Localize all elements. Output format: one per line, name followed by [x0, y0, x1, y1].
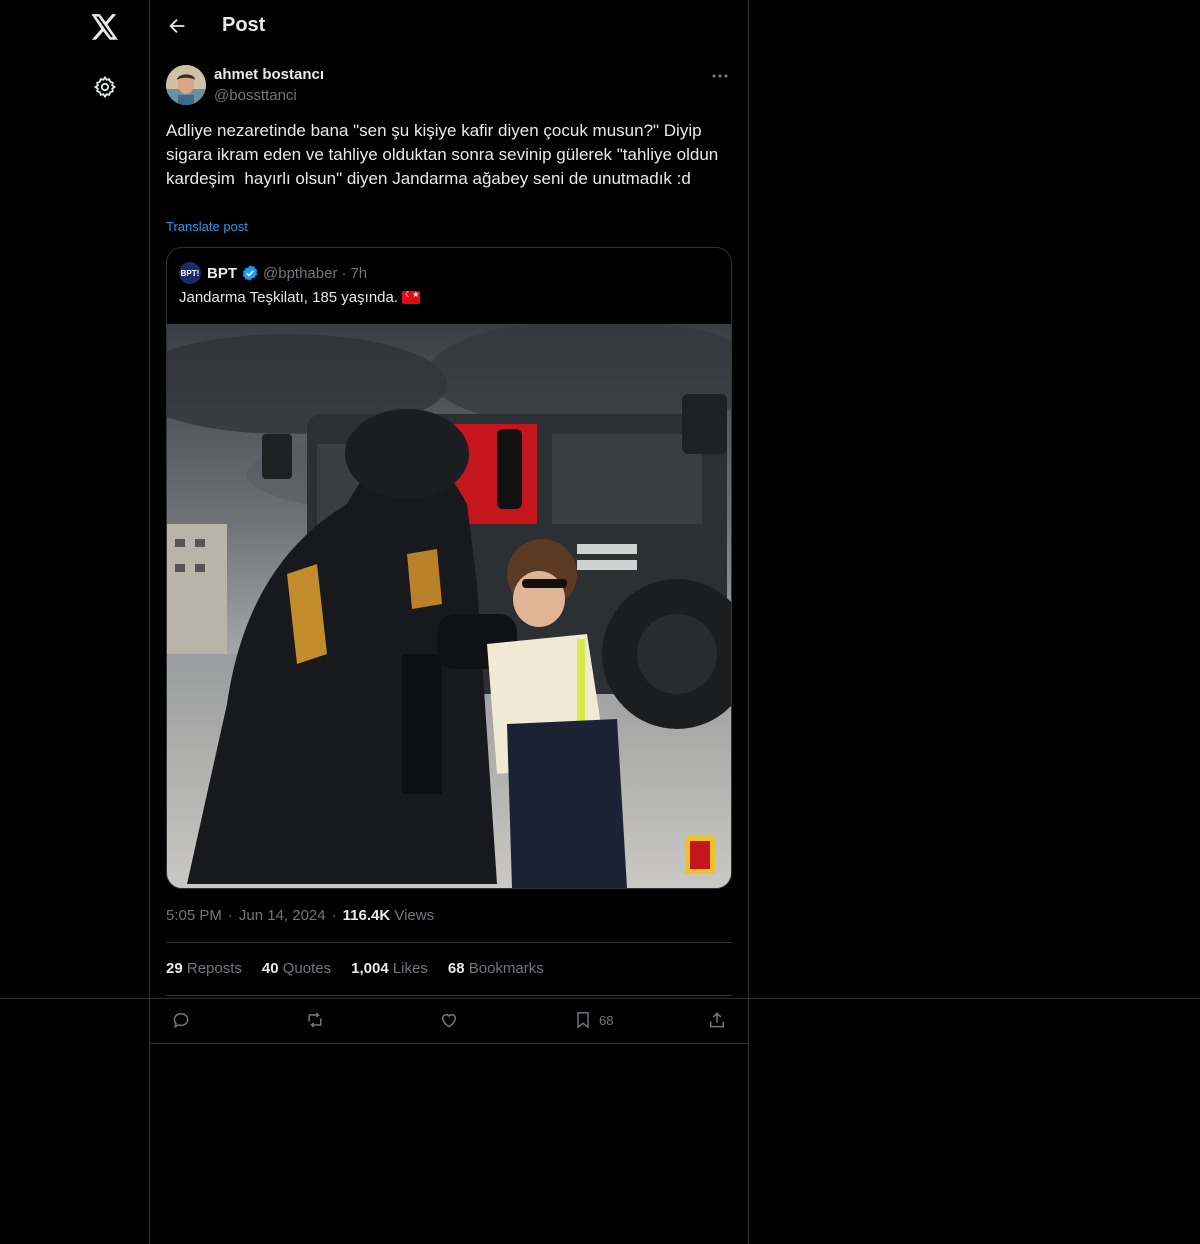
- divider-right: [748, 0, 749, 1244]
- share-button[interactable]: [707, 1008, 727, 1032]
- reply-button[interactable]: [171, 1008, 191, 1032]
- like-icon: [442, 1014, 456, 1028]
- post-meta: 5:05 PM · Jun 14, 2024 · 116.4K Views: [166, 907, 434, 924]
- post-text: Adliye nezaretinde bana "sen şu kişiye k…: [166, 121, 723, 188]
- bookmarks-label: Bookmarks: [468, 960, 544, 977]
- page-title: Post: [222, 14, 266, 36]
- page-header: Post: [150, 0, 748, 53]
- views-label: Views: [394, 907, 435, 924]
- left-rail: [0, 0, 150, 1244]
- quoted-author-handle[interactable]: @bpthaber: [263, 265, 337, 282]
- meta-dot: ·: [331, 907, 337, 924]
- quotes-label: Quotes: [282, 960, 332, 977]
- separator: [166, 995, 732, 996]
- quoted-author-name[interactable]: BPT: [207, 265, 237, 282]
- meta-dot: ·: [227, 907, 233, 924]
- x-logo-icon[interactable]: [90, 12, 120, 42]
- reposts-count: 29: [166, 960, 183, 977]
- likes-label: Likes: [392, 960, 428, 977]
- reposts-label: Reposts: [186, 960, 242, 977]
- quoted-time[interactable]: 7h: [350, 265, 367, 282]
- verified-icon: [242, 265, 258, 281]
- translate-post-link[interactable]: Translate post: [166, 219, 248, 234]
- main-column: Post ahmet bostancı @bossttanci Adliye n…: [150, 0, 748, 1244]
- bookmarks-stat[interactable]: 68 Bookmarks: [448, 960, 544, 977]
- gear-icon[interactable]: [93, 75, 117, 99]
- avatar[interactable]: [166, 65, 206, 105]
- bookmark-button[interactable]: 68: [573, 1008, 613, 1032]
- turkish-flag-icon: [402, 290, 421, 304]
- post-date[interactable]: Jun 14, 2024: [239, 907, 326, 924]
- like-button[interactable]: [439, 1008, 459, 1032]
- repost-icon: [308, 1012, 322, 1028]
- reposts-stat[interactable]: 29 Reposts: [166, 960, 242, 977]
- post-author: ahmet bostancı @bossttanci: [166, 64, 732, 108]
- quoted-photo[interactable]: [167, 324, 731, 888]
- quoted-dot: ·: [341, 264, 347, 282]
- reply-icon: [173, 1012, 189, 1029]
- author-handle[interactable]: @bossttanci: [214, 87, 297, 104]
- quotes-count: 40: [261, 960, 279, 977]
- quotes-stat[interactable]: 40 Quotes: [262, 960, 331, 977]
- back-arrow-icon[interactable]: [166, 15, 188, 37]
- engagement-stats: 29 Reposts 40 Quotes 1,004 Likes 68 Book…: [166, 960, 544, 977]
- likes-stat[interactable]: 1,004 Likes: [351, 960, 428, 977]
- separator: [166, 942, 732, 943]
- views-count: 116.4K: [342, 907, 391, 924]
- bookmarks-count: 68: [447, 960, 465, 977]
- repost-button[interactable]: [305, 1008, 325, 1032]
- post-time[interactable]: 5:05 PM: [166, 907, 222, 924]
- quoted-post[interactable]: BPT! BPT @bpthaber · 7h Jandarma Teşkila…: [166, 247, 732, 889]
- separator: [150, 1043, 748, 1044]
- author-name[interactable]: ahmet bostancı: [214, 66, 324, 83]
- share-icon: [710, 1012, 724, 1028]
- likes-count: 1,004: [351, 960, 389, 977]
- quoted-text: Jandarma Teşkilatı, 185 yaşında.: [179, 289, 399, 306]
- bookmark-icon: [577, 1012, 589, 1029]
- action-bar: 68: [166, 1006, 732, 1034]
- bookmark-count: 68: [599, 1012, 614, 1028]
- quoted-post-header: BPT! BPT @bpthaber · 7h: [179, 262, 367, 284]
- more-icon[interactable]: [710, 66, 730, 86]
- quoted-avatar[interactable]: BPT!: [179, 262, 201, 284]
- quoted-text-row: Jandarma Teşkilatı, 185 yaşında.: [179, 289, 421, 306]
